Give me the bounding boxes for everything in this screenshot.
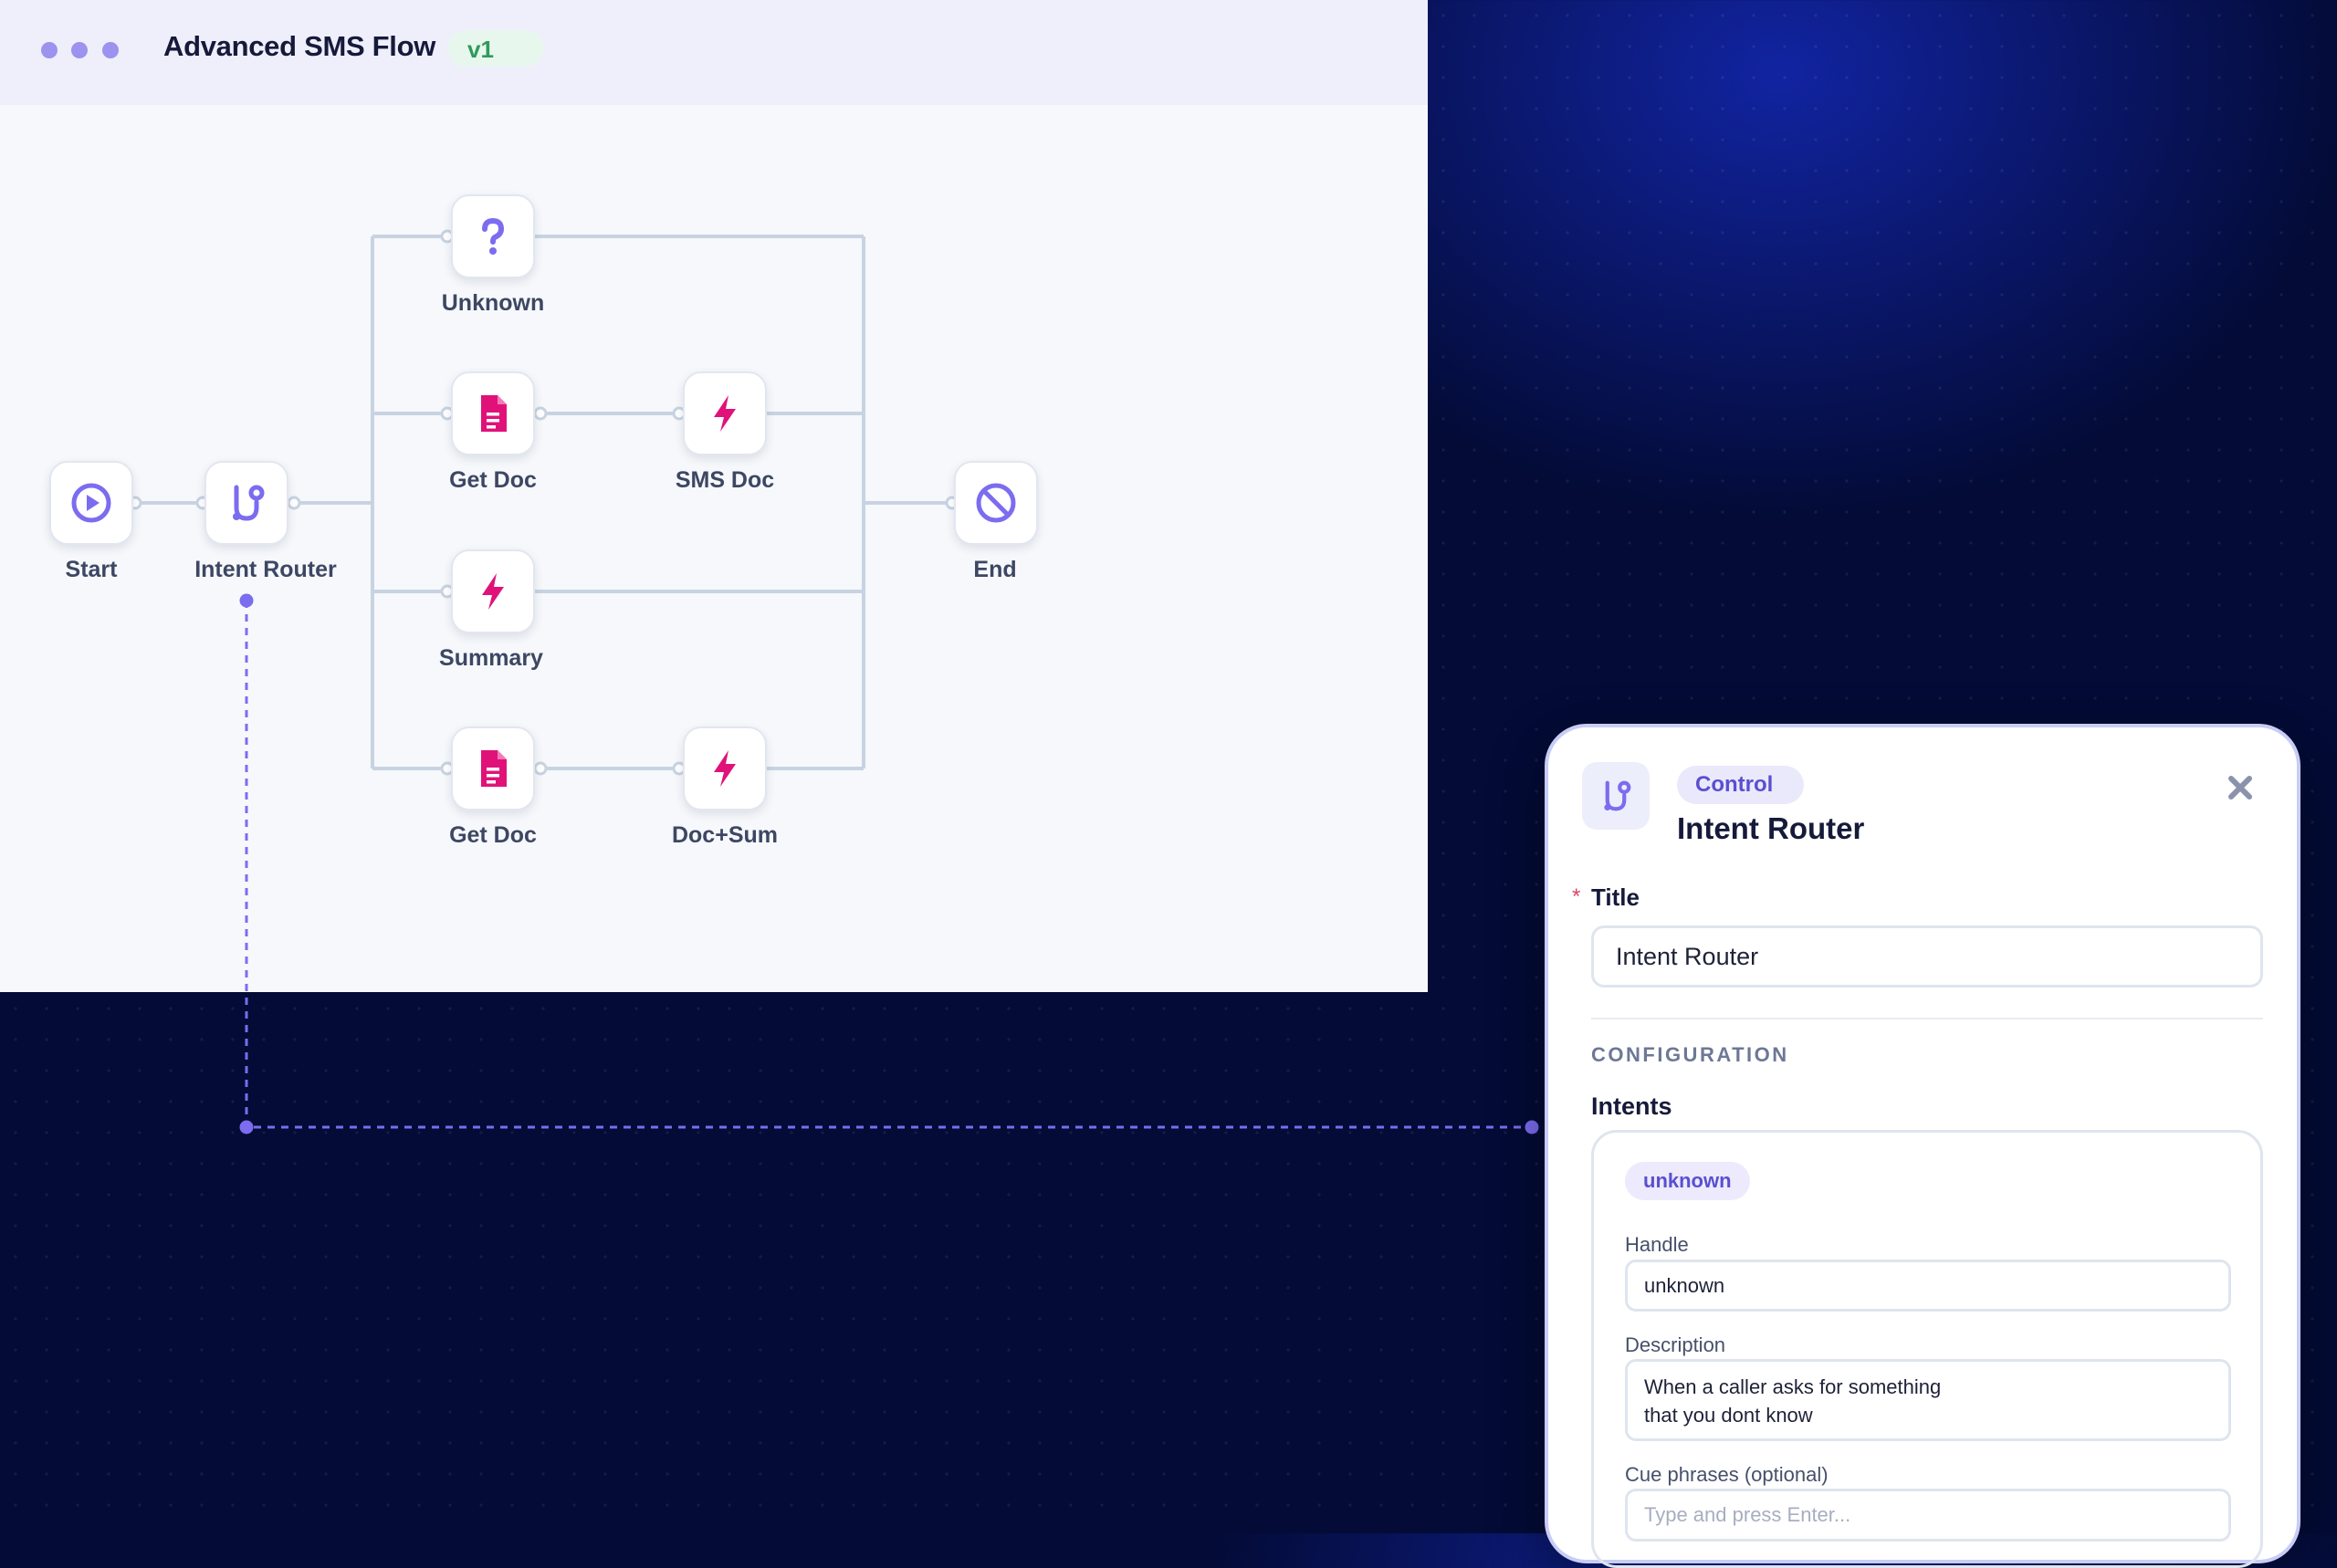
flow-canvas-window: Advanced SMS Flow v1 Start Intent Router…: [0, 0, 1428, 992]
document-icon: [481, 750, 507, 787]
cue-phrases-input[interactable]: [1625, 1489, 2231, 1542]
handle-getdoc1-out[interactable]: [533, 406, 548, 421]
node-sms-doc[interactable]: [683, 371, 767, 455]
intent-badge: unknown: [1625, 1162, 1750, 1200]
panel-node-icon: [1582, 762, 1650, 830]
play-circle-icon: [71, 483, 111, 523]
node-label-start: Start: [65, 557, 118, 582]
close-icon[interactable]: [2224, 771, 2257, 804]
node-unknown[interactable]: [451, 194, 535, 278]
section-divider: [1591, 1018, 2263, 1019]
node-intent-router[interactable]: [204, 461, 288, 545]
title-field-label: Title: [1591, 883, 1640, 911]
lightning-icon: [714, 750, 736, 787]
panel-title: Intent Router: [1677, 811, 1865, 845]
node-start[interactable]: [49, 461, 133, 545]
intents-label: Intents: [1591, 1092, 1672, 1120]
node-get-doc-1[interactable]: [451, 371, 535, 455]
description-label: Description: [1625, 1333, 1726, 1356]
branch-icon: [233, 485, 265, 521]
node-get-doc-2[interactable]: [451, 727, 535, 810]
intent-card: unknown Handle Description When a caller…: [1591, 1130, 2263, 1568]
lightning-icon: [714, 395, 736, 432]
node-label-intent-router: Intent Router: [194, 557, 337, 582]
question-icon: [482, 217, 505, 255]
title-input[interactable]: [1591, 925, 2263, 988]
node-label-get-doc-1: Get Doc: [449, 467, 537, 493]
required-indicator: *: [1572, 884, 1581, 909]
block-icon: [976, 483, 1016, 523]
node-properties-panel: Control Intent Router * Title CONFIGURAT…: [1545, 724, 2300, 1568]
cue-phrases-label: Cue phrases (optional): [1625, 1463, 1829, 1486]
handle-input[interactable]: [1625, 1260, 2231, 1312]
node-end[interactable]: [954, 461, 1038, 545]
node-label-unknown: Unknown: [441, 290, 545, 316]
node-label-doc-sum: Doc+Sum: [671, 822, 778, 848]
node-label-summary: Summary: [439, 645, 543, 671]
category-badge: Control: [1677, 766, 1805, 804]
handle-getdoc2-out[interactable]: [533, 761, 548, 776]
node-label-end: End: [973, 557, 1017, 582]
node-summary[interactable]: [451, 549, 535, 633]
branch-icon: [1604, 780, 1631, 811]
lightning-icon: [482, 573, 504, 610]
configuration-heading: CONFIGURATION: [1591, 1043, 1789, 1066]
handle-label: Handle: [1625, 1233, 1689, 1256]
node-label-sms-doc: SMS Doc: [675, 467, 775, 493]
node-doc-sum[interactable]: [683, 727, 767, 810]
document-icon: [481, 395, 507, 432]
node-label-get-doc-2: Get Doc: [449, 822, 537, 848]
description-textarea[interactable]: When a caller asks for something that yo…: [1625, 1359, 2231, 1441]
handle-router-out[interactable]: [287, 496, 301, 510]
